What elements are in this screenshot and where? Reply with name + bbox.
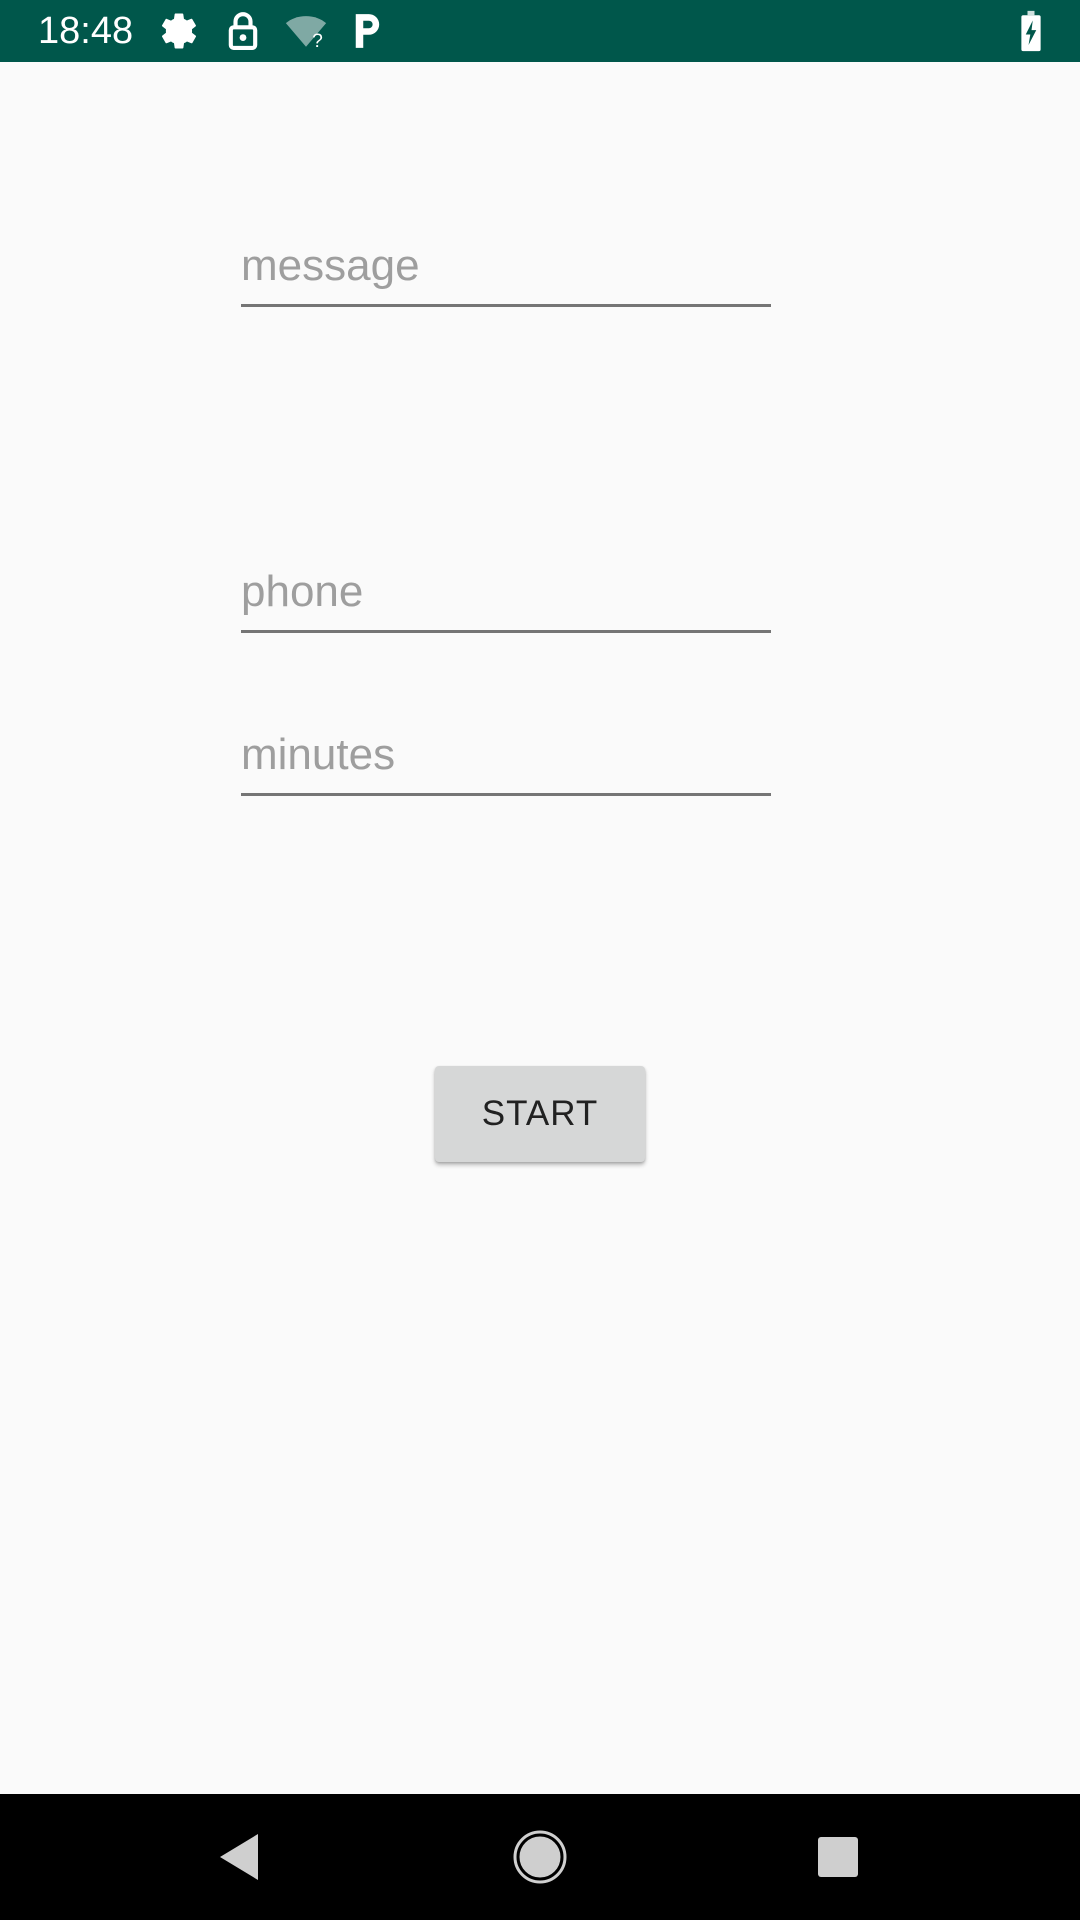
home-icon[interactable] bbox=[507, 1824, 573, 1890]
svg-text:?: ? bbox=[312, 31, 323, 52]
battery-charging-icon bbox=[1021, 10, 1041, 52]
status-time: 18:48 bbox=[38, 10, 134, 52]
app-screen: 18:48 ? START bbox=[0, 0, 1080, 1920]
wifi-unknown-icon: ? bbox=[285, 16, 327, 52]
minutes-field[interactable] bbox=[241, 716, 771, 796]
navigation-bar bbox=[0, 1794, 1080, 1920]
start-button[interactable]: START bbox=[435, 1066, 645, 1162]
settings-icon bbox=[161, 13, 197, 49]
phone-field[interactable] bbox=[241, 553, 771, 633]
lock-icon bbox=[228, 12, 258, 50]
status-bar: 18:48 ? bbox=[0, 0, 1080, 62]
recents-icon[interactable] bbox=[805, 1824, 871, 1890]
parking-icon bbox=[355, 14, 380, 48]
back-icon[interactable] bbox=[206, 1824, 272, 1890]
message-field[interactable] bbox=[241, 227, 771, 307]
